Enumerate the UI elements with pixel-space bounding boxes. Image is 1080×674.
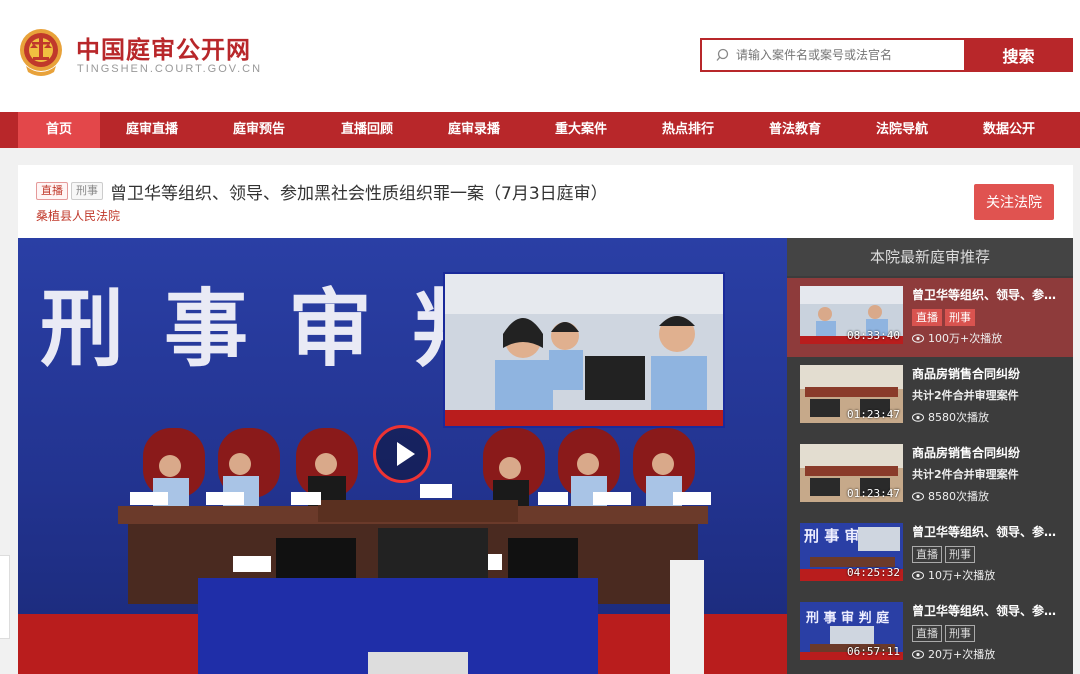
- nav-item-preview[interactable]: 庭审预告: [218, 112, 300, 148]
- recommendation-item[interactable]: 01:23:47 商品房销售合同纠纷 共计2件合并审理案件 8580次播放: [787, 436, 1073, 515]
- recommendation-title[interactable]: 曾卫华等组织、领导、参加黑社会性质组织罪一案: [912, 286, 1062, 303]
- view-count: 8580次播放: [912, 409, 989, 425]
- video-duration: 06:57:11: [847, 645, 900, 658]
- main-nav: 首页 庭审直播 庭审预告 直播回顾 庭审录播 重大案件 热点排行 普法教育 法院…: [0, 112, 1080, 148]
- floating-side-tab[interactable]: [0, 555, 10, 639]
- search-box: [700, 38, 964, 72]
- live-tag: 直播: [912, 625, 942, 642]
- recommendation-title[interactable]: 曾卫华等组织、领导、参加黑社会性质组织罪一案: [912, 602, 1062, 619]
- picture-in-picture: [443, 272, 725, 428]
- tag-group: 直播 刑事: [912, 622, 978, 642]
- live-tag: 直播: [912, 309, 942, 326]
- nav-item-open-data[interactable]: 数据公开: [968, 112, 1050, 148]
- eye-icon: [912, 570, 924, 580]
- case-type-tag: 刑事: [945, 625, 975, 642]
- case-type-tag: 刑事: [945, 546, 975, 563]
- follow-court-button[interactable]: 关注法院: [974, 184, 1054, 220]
- live-tag: 直播: [912, 546, 942, 563]
- case-info-bar: 直播 刑事 曾卫华等组织、领导、参加黑社会性质组织罪一案（7月3日庭审） 桑植县…: [18, 165, 1073, 238]
- video-thumbnail[interactable]: 08:33:40: [800, 286, 903, 344]
- video-thumbnail[interactable]: 01:23:47: [800, 444, 903, 502]
- judges-closeup-image: [445, 274, 723, 426]
- recommendation-subtitle: 共计2件合并审理案件: [912, 389, 1019, 402]
- recommendation-sidebar: 本院最新庭审推荐 08:33:40 曾卫华等组织、领导、参加黑社会性质组织罪一案…: [787, 238, 1073, 674]
- recommendation-item[interactable]: 刑 事 审 04:25:32 曾卫华等组织、领导、参加黑社会性质组织罪一案 直播…: [787, 515, 1073, 594]
- view-count: 8580次播放: [912, 488, 989, 504]
- recommendation-subtitle: 共计2件合并审理案件: [912, 468, 1019, 481]
- nav-item-major-cases[interactable]: 重大案件: [540, 112, 622, 148]
- search-button[interactable]: 搜索: [964, 38, 1073, 72]
- tag-group: 直播 刑事: [912, 543, 978, 563]
- nav-item-home[interactable]: 首页: [18, 112, 100, 148]
- video-duration: 01:23:47: [847, 408, 900, 421]
- svg-text:刑 事 审 判 庭: 刑 事 审 判 庭: [806, 610, 890, 626]
- nav-item-law-education[interactable]: 普法教育: [754, 112, 836, 148]
- court-name-link[interactable]: 桑植县人民法院: [36, 207, 120, 224]
- nav-item-hot-ranking[interactable]: 热点排行: [647, 112, 729, 148]
- eye-icon: [912, 649, 924, 659]
- site-title[interactable]: 中国庭审公开网: [76, 30, 251, 65]
- svg-text:刑 事 审: 刑 事 审: [804, 527, 859, 545]
- nav-item-court-navigation[interactable]: 法院导航: [861, 112, 943, 148]
- view-count: 20万+次播放: [912, 646, 995, 662]
- video-duration: 01:23:47: [847, 487, 900, 500]
- sidebar-title: 本院最新庭审推荐: [787, 238, 1073, 276]
- live-tag: 直播: [36, 182, 68, 200]
- recommendation-item[interactable]: 01:23:47 商品房销售合同纠纷 共计2件合并审理案件 8580次播放: [787, 357, 1073, 436]
- view-count: 10万+次播放: [912, 567, 995, 583]
- court-emblem-logo[interactable]: [18, 26, 64, 78]
- video-thumbnail[interactable]: 刑 事 审 04:25:32: [800, 523, 903, 581]
- case-title: 曾卫华等组织、领导、参加黑社会性质组织罪一案（7月3日庭审）: [110, 184, 608, 204]
- site-header: 中国庭审公开网 TINGSHEN.COURT.GOV.CN 搜索: [0, 0, 1080, 112]
- video-duration: 04:25:32: [847, 566, 900, 579]
- video-thumbnail[interactable]: 刑 事 审 判 庭 06:57:11: [800, 602, 903, 660]
- video-duration: 08:33:40: [847, 329, 900, 342]
- case-type-tag: 刑事: [945, 309, 975, 326]
- video-player[interactable]: 刑事审判庭: [18, 238, 787, 674]
- eye-icon: [912, 412, 924, 422]
- search-input[interactable]: [736, 48, 956, 62]
- eye-icon: [912, 491, 924, 501]
- nav-item-live[interactable]: 庭审直播: [111, 112, 193, 148]
- search-icon: [716, 48, 729, 61]
- eye-icon: [912, 333, 924, 343]
- tag-group: 直播 刑事: [912, 306, 978, 326]
- play-button[interactable]: [373, 425, 431, 483]
- recommendation-title[interactable]: 曾卫华等组织、领导、参加黑社会性质组织罪一案: [912, 523, 1062, 540]
- recommendation-title[interactable]: 商品房销售合同纠纷: [912, 365, 1062, 382]
- view-count: 100万+次播放: [912, 330, 1002, 346]
- site-domain: TINGSHEN.COURT.GOV.CN: [77, 63, 263, 75]
- recommendation-item[interactable]: 刑 事 审 判 庭 06:57:11 曾卫华等组织、领导、参加黑社会性质组织罪一…: [787, 594, 1073, 673]
- recommendation-title[interactable]: 商品房销售合同纠纷: [912, 444, 1062, 461]
- nav-item-recorded[interactable]: 庭审录播: [433, 112, 515, 148]
- nav-item-replay[interactable]: 直播回顾: [326, 112, 408, 148]
- video-thumbnail[interactable]: 01:23:47: [800, 365, 903, 423]
- recommendation-item[interactable]: 08:33:40 曾卫华等组织、领导、参加黑社会性质组织罪一案 直播刑事 100…: [787, 278, 1073, 357]
- case-type-tag: 刑事: [71, 182, 103, 200]
